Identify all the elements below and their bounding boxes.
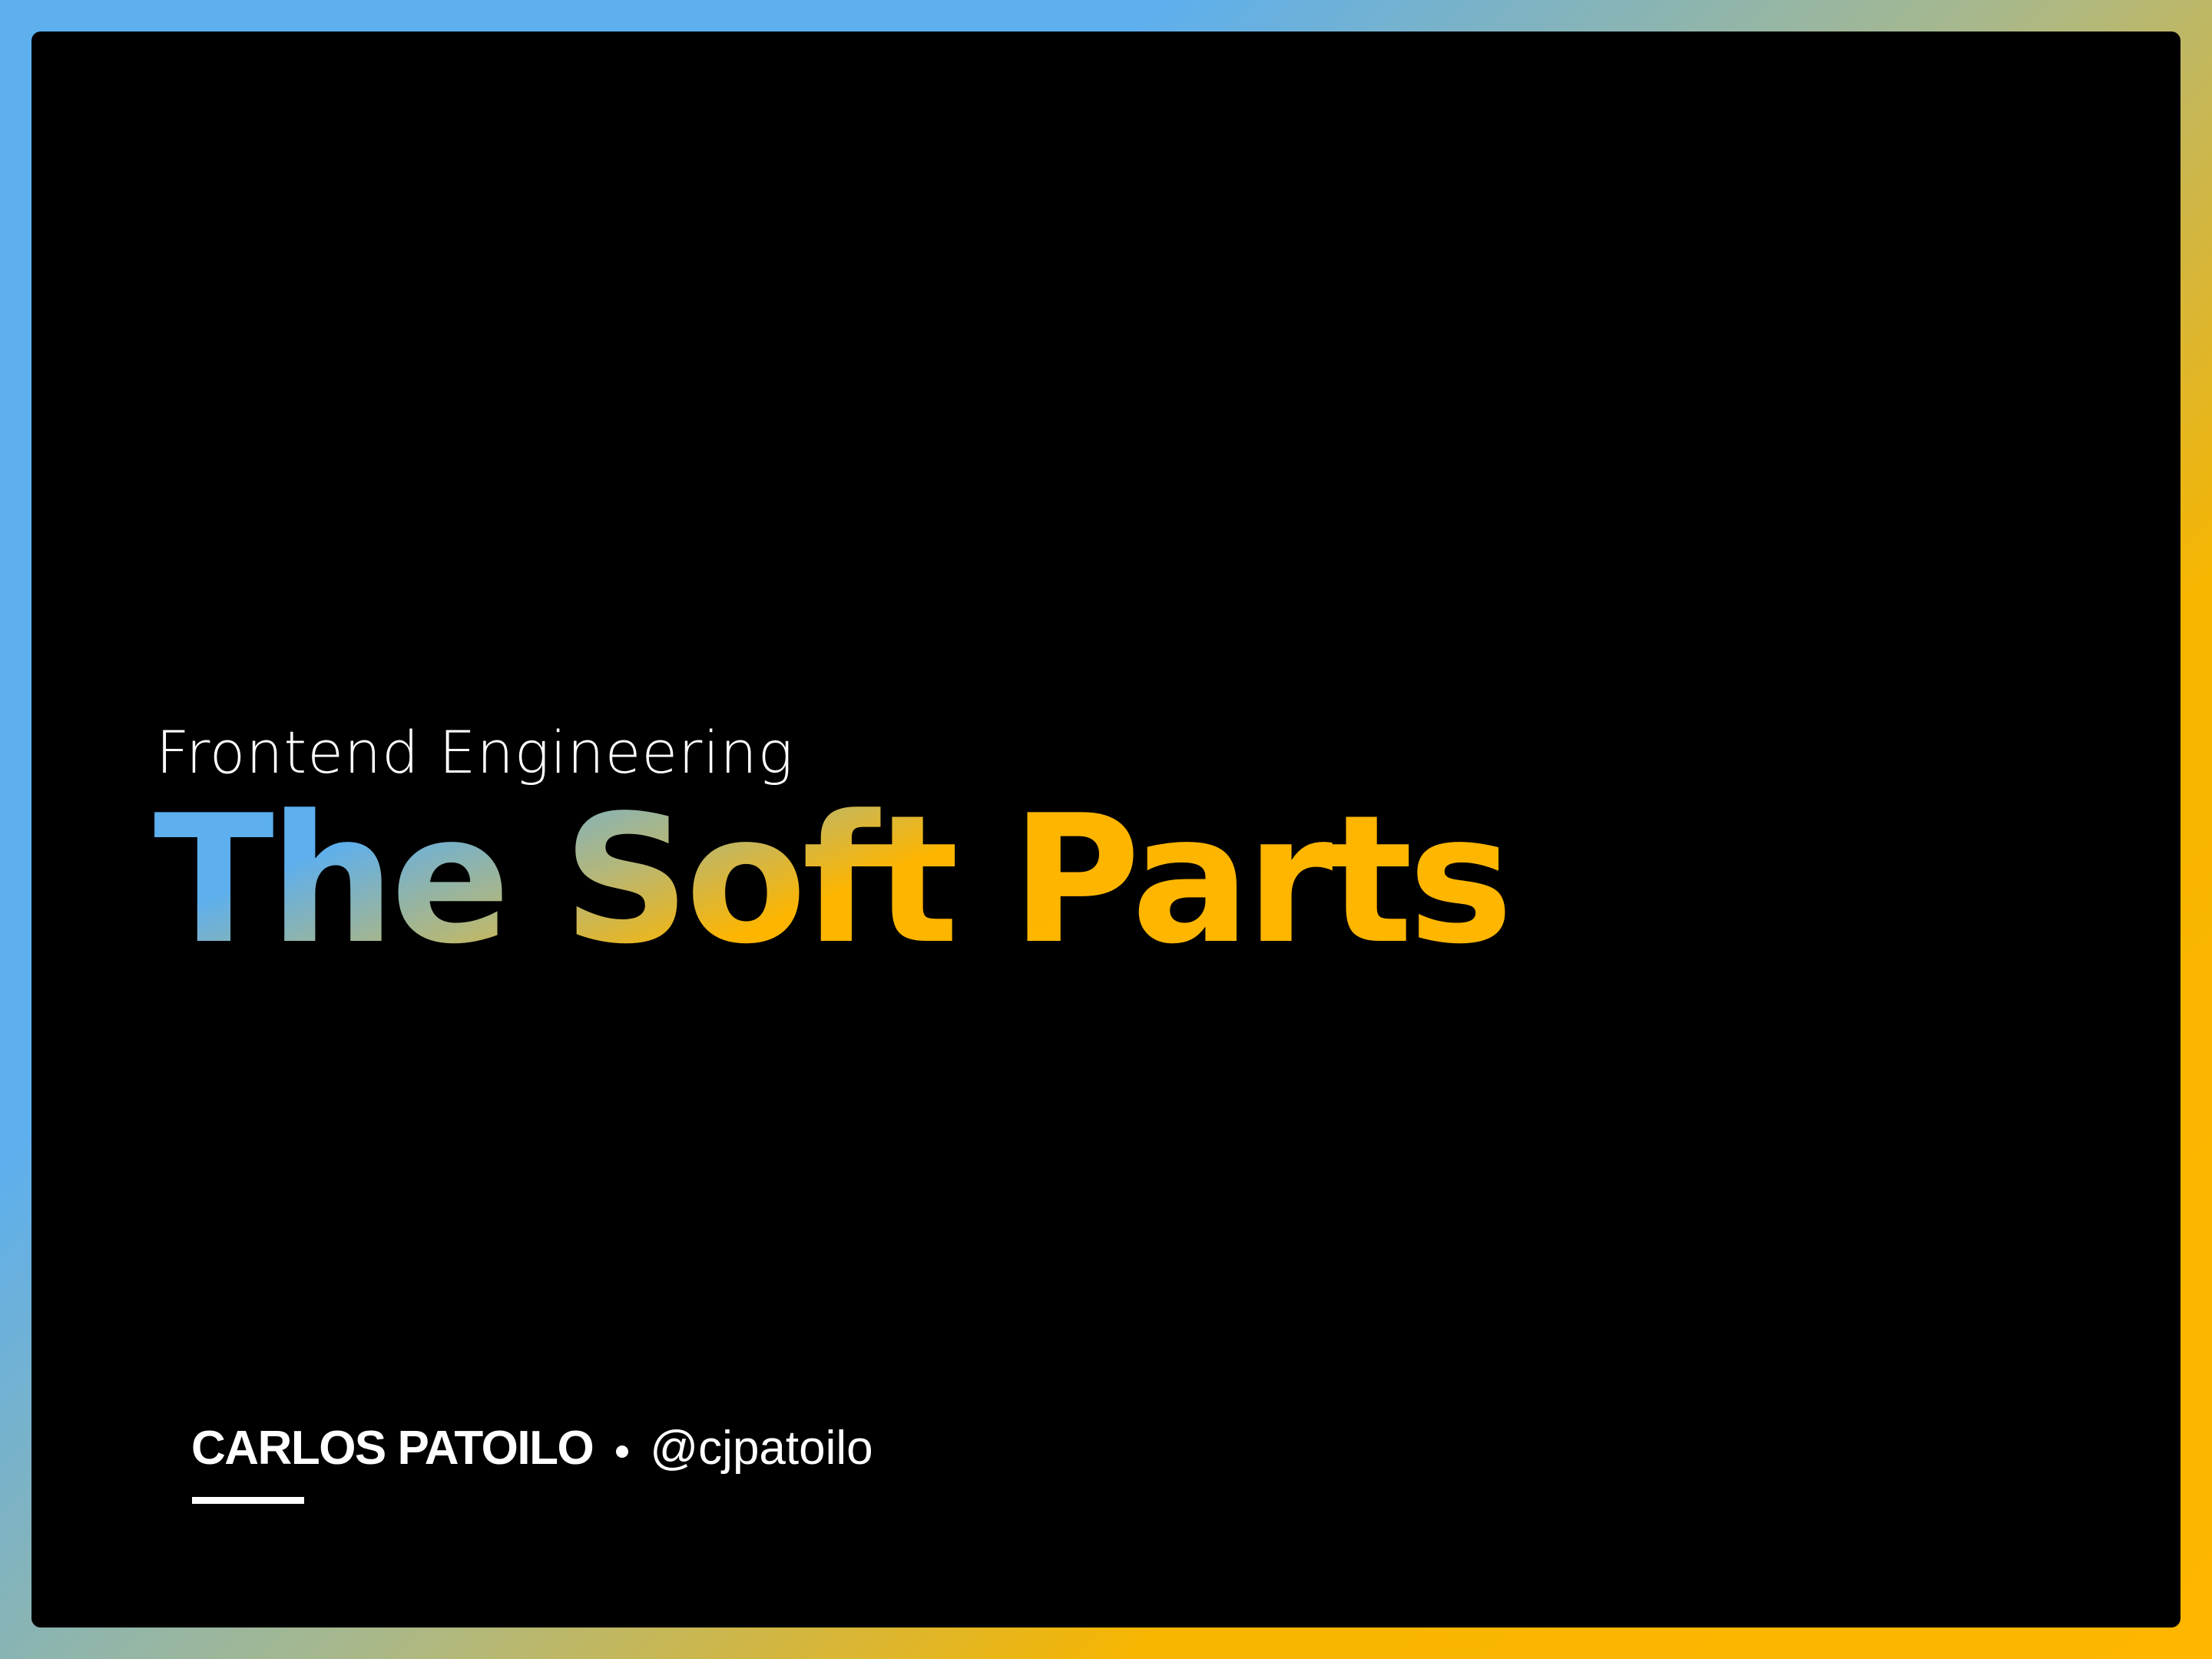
author-name: CARLOS PATOILO xyxy=(191,1422,594,1475)
accent-underline xyxy=(192,1497,304,1504)
bullet-separator xyxy=(616,1445,629,1458)
slide-title: The Soft Parts xyxy=(154,778,1513,983)
slide-subtitle: Frontend Engineering xyxy=(156,718,794,786)
author-byline: CARLOS PATOILO @cjpatoilo xyxy=(191,1421,873,1475)
author-handle: @cjpatoilo xyxy=(650,1422,873,1475)
